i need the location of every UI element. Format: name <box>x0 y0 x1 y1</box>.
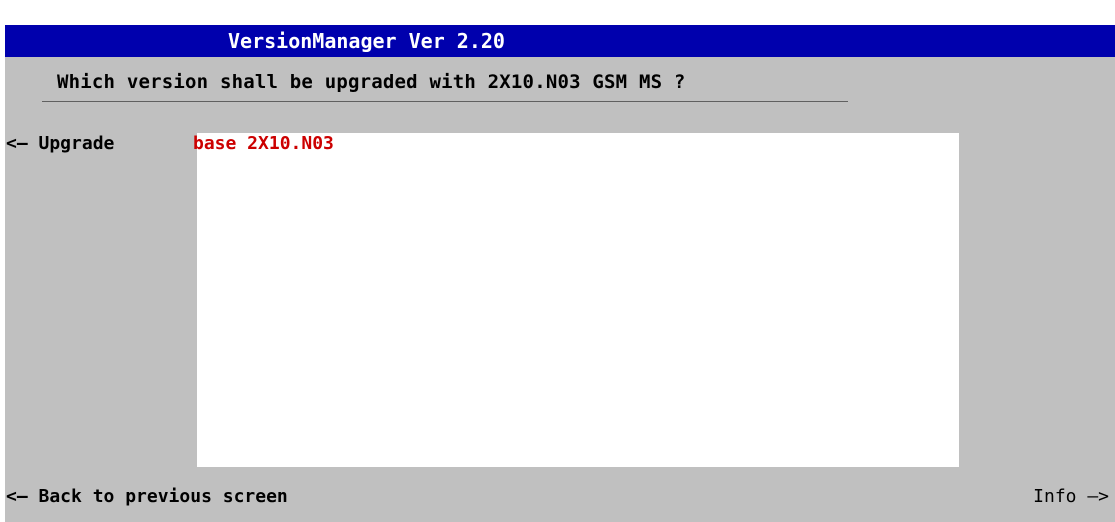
question-divider <box>42 101 848 102</box>
list-item-base-version[interactable]: base 2X10.N03 <box>193 133 334 154</box>
version-listbox[interactable]: base 2X10.N03 <box>193 133 959 467</box>
version-manager-screen: VersionManager Ver 2.20 Which version sh… <box>0 0 1115 522</box>
back-softkey[interactable]: <— Back to previous screen <box>6 486 288 507</box>
upgrade-question: Which version shall be upgraded with 2X1… <box>57 71 686 93</box>
upgrade-softkey[interactable]: <— Upgrade <box>6 133 114 154</box>
window-title: VersionManager Ver 2.20 <box>228 29 505 53</box>
title-bar: VersionManager Ver 2.20 <box>5 25 1115 57</box>
info-softkey[interactable]: Info —> <box>1033 486 1109 507</box>
